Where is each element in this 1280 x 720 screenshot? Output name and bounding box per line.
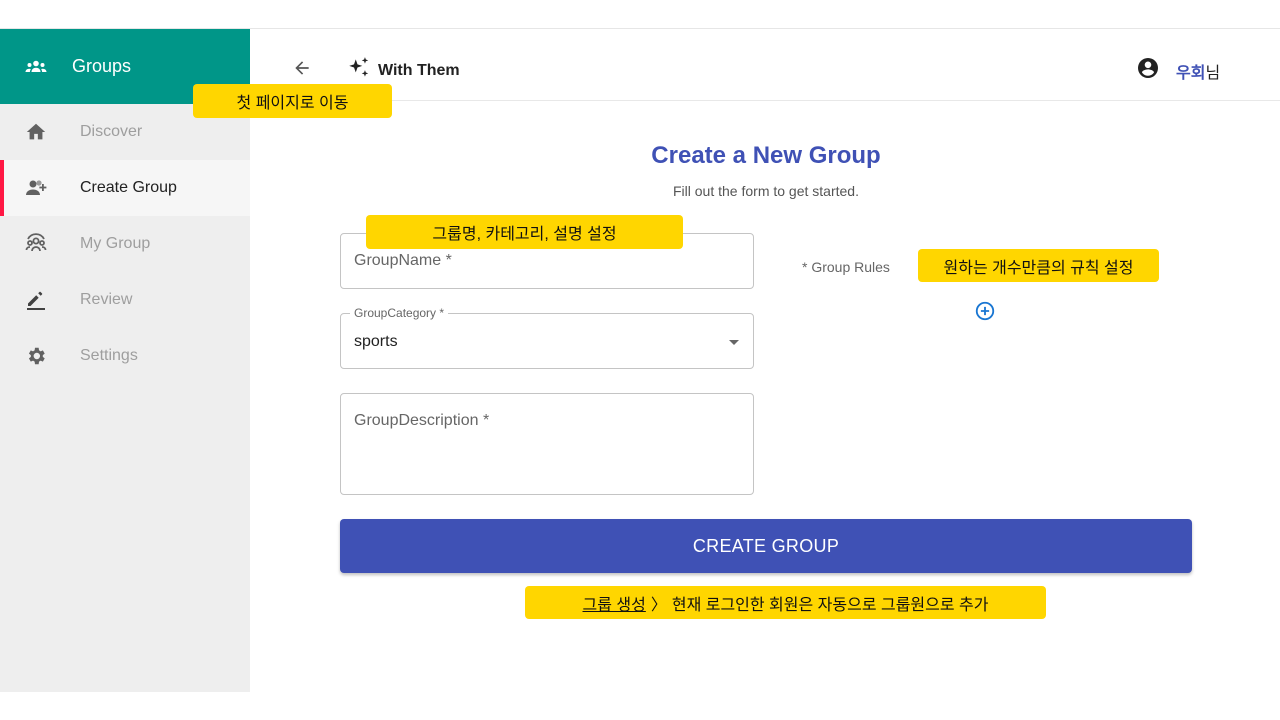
arrow-left-icon[interactable] bbox=[290, 56, 314, 80]
sidebar-item-settings[interactable]: Settings bbox=[0, 328, 250, 384]
person-add-icon bbox=[24, 176, 48, 200]
annotation-home: 첫 페이지로 이동 bbox=[193, 84, 392, 118]
group-circle-icon bbox=[24, 232, 48, 256]
group-name-placeholder: GroupName * bbox=[354, 252, 452, 269]
annotation-submit: 그룹 생성 〉 현재 로그인한 회원은 자동으로 그룹원으로 추가 bbox=[525, 586, 1046, 619]
user-menu[interactable]: 우회 님 bbox=[1136, 56, 1220, 85]
annotation-submit-underlined: 그룹 생성 bbox=[582, 596, 646, 614]
sidebar-title: Groups bbox=[72, 56, 132, 76]
group-category-value: sports bbox=[354, 333, 398, 350]
annotation-submit-separator: 〉 bbox=[650, 596, 667, 614]
sidebar-item-my-group[interactable]: My Group bbox=[0, 216, 250, 272]
sidebar-item-label: Discover bbox=[80, 123, 143, 140]
top-bar: With Them 우회 님 bbox=[250, 29, 1280, 101]
sidebar-nav: Discover Create Group My Group Review Se… bbox=[0, 104, 250, 384]
page-title: Create a New Group bbox=[651, 142, 881, 169]
brand-name: With Them bbox=[378, 61, 460, 79]
groups-icon bbox=[24, 55, 48, 79]
annotation-rules: 원하는 개수만큼의 규칙 설정 bbox=[918, 249, 1159, 282]
group-rules-label: * Group Rules bbox=[802, 259, 890, 275]
annotation-submit-text: 현재 로그인한 회원은 자동으로 그룹원으로 추가 bbox=[671, 596, 989, 614]
chevron-down-icon bbox=[729, 340, 739, 345]
sidebar-item-review[interactable]: Review bbox=[0, 272, 250, 328]
pencil-icon bbox=[24, 288, 48, 312]
brand[interactable]: With Them bbox=[346, 55, 460, 86]
group-description-placeholder: GroupDescription * bbox=[354, 412, 490, 429]
group-description-input[interactable]: GroupDescription * bbox=[340, 393, 754, 495]
create-group-button[interactable]: CREATE GROUP bbox=[340, 519, 1192, 573]
home-icon bbox=[24, 120, 48, 144]
gear-icon bbox=[24, 344, 48, 368]
sidebar-item-label: Settings bbox=[80, 347, 138, 364]
page-subtitle: Fill out the form to get started. bbox=[673, 183, 859, 199]
account-circle-icon bbox=[1136, 56, 1160, 85]
sidebar-item-label: My Group bbox=[80, 235, 151, 252]
sidebar-item-label: Create Group bbox=[80, 179, 177, 196]
add-circle-icon[interactable] bbox=[974, 300, 996, 322]
annotation-fields: 그룹명, 카테고리, 설명 설정 bbox=[366, 215, 683, 249]
user-name: 우회 bbox=[1176, 64, 1206, 82]
sidebar: Groups Discover Create Group My Group Re… bbox=[0, 29, 250, 692]
sidebar-item-label: Review bbox=[80, 291, 133, 308]
group-category-label: GroupCategory * bbox=[350, 306, 449, 320]
sidebar-item-create-group[interactable]: Create Group bbox=[0, 160, 250, 216]
group-category-select[interactable]: GroupCategory * sports bbox=[340, 306, 754, 369]
user-honorific: 님 bbox=[1205, 64, 1221, 82]
sparkles-icon bbox=[346, 55, 372, 86]
